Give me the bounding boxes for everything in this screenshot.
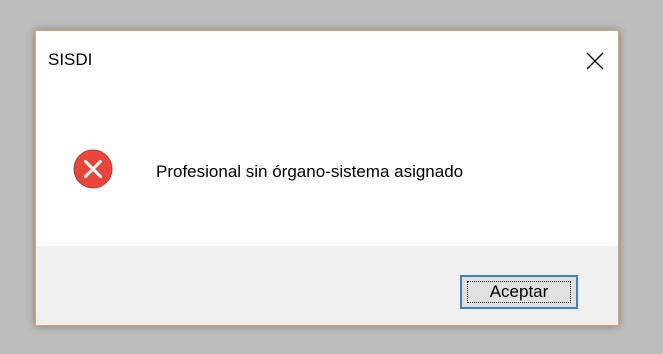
- accept-button-label: Aceptar: [467, 281, 571, 303]
- error-dialog: SISDI Profesional sin órgano-sistema asi…: [35, 30, 619, 326]
- accept-button[interactable]: Aceptar: [460, 275, 578, 309]
- dialog-footer: Aceptar: [36, 246, 618, 325]
- error-message: Profesional sin órgano-sistema asignado: [156, 162, 464, 181]
- error-icon: [73, 149, 113, 189]
- dialog-content: Profesional sin órgano-sistema asignado: [36, 91, 618, 246]
- close-icon: [586, 52, 604, 70]
- dialog-titlebar[interactable]: SISDI: [36, 31, 618, 91]
- close-button[interactable]: [572, 31, 618, 91]
- dialog-title: SISDI: [48, 50, 93, 69]
